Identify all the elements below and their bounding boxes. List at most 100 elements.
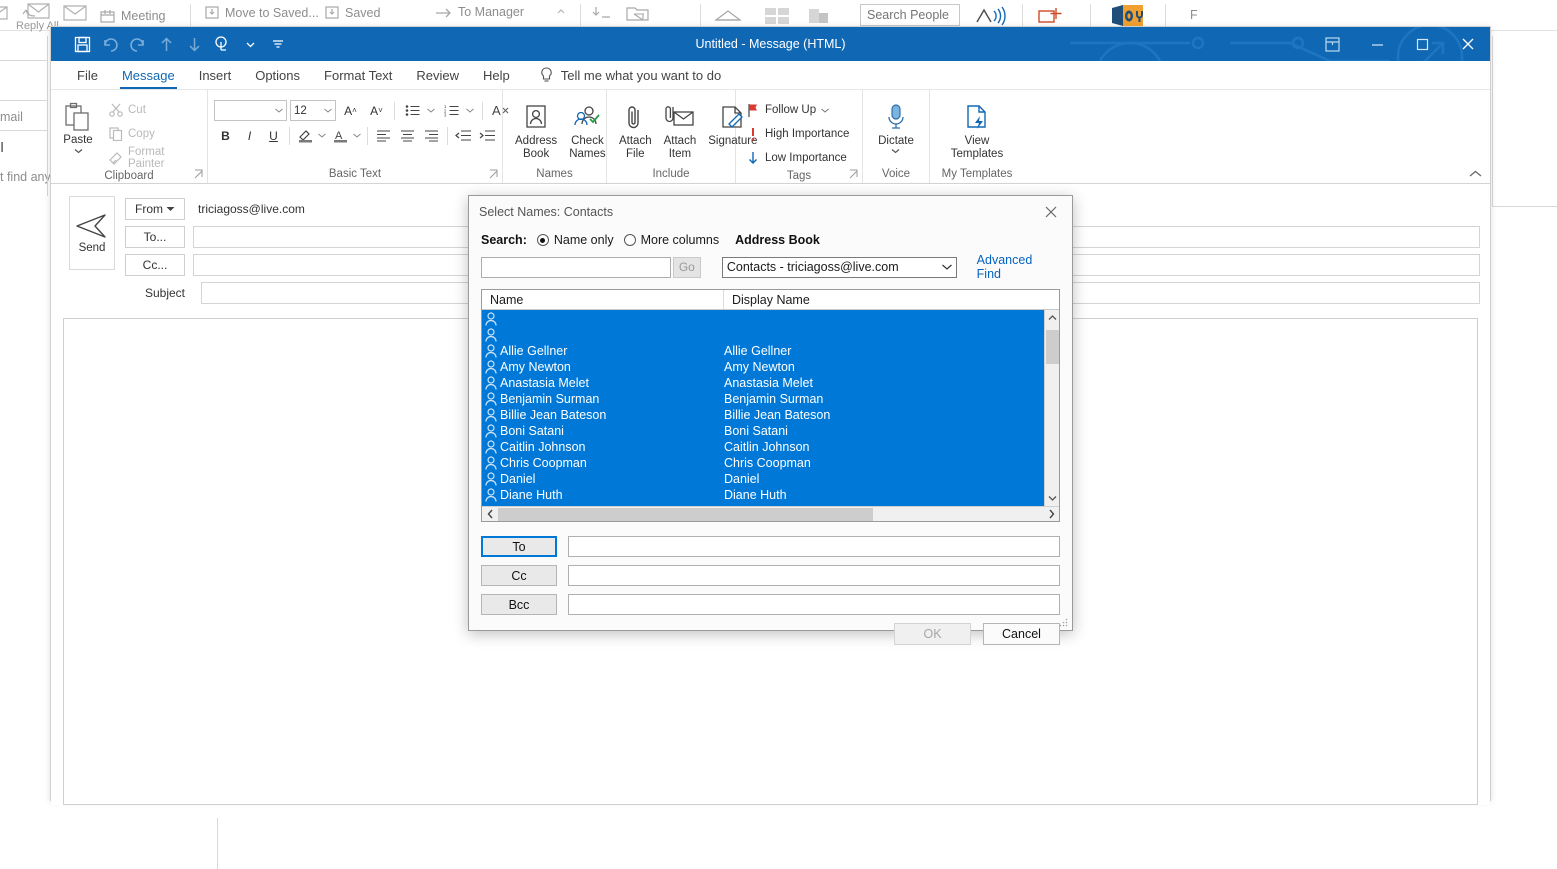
customize-qat-icon[interactable] — [265, 31, 291, 57]
high-importance-button[interactable]: High Importance — [742, 122, 853, 146]
dialog-to-button[interactable]: To — [481, 536, 557, 557]
ok-button[interactable]: OK — [894, 623, 971, 645]
horizontal-scrollbar[interactable] — [482, 506, 1059, 521]
ribbon-display-options-icon[interactable] — [1310, 27, 1355, 61]
contact-row[interactable]: Diane Huth Diane Huth — [482, 487, 1044, 503]
to-button[interactable]: To... — [125, 226, 185, 248]
undo-icon[interactable] — [97, 31, 123, 57]
tab-insert[interactable]: Insert — [187, 62, 244, 89]
background-meeting-button[interactable]: Meeting — [100, 9, 165, 23]
window-controls[interactable] — [1310, 27, 1490, 61]
dialog-titlebar[interactable]: Select Names: Contacts — [469, 196, 1072, 227]
office-addin-icon[interactable] — [1108, 4, 1148, 27]
unread-read-icon[interactable] — [712, 6, 744, 24]
low-importance-button[interactable]: Low Importance — [742, 146, 851, 170]
background-to-manager-step[interactable]: To Manager — [435, 5, 524, 19]
new-window-icon[interactable] — [1036, 5, 1070, 26]
scroll-up-icon[interactable] — [1045, 310, 1059, 326]
check-names-button[interactable]: Check Names — [563, 99, 611, 163]
vertical-scrollbar[interactable] — [1044, 310, 1059, 506]
dialog-cc-input[interactable] — [568, 565, 1060, 586]
send-button[interactable]: Send — [69, 196, 115, 270]
follow-up-button[interactable]: Follow Up — [742, 98, 833, 122]
underline-button[interactable]: U — [262, 125, 285, 146]
contacts-rows[interactable]: Allie Gellner Allie Gellner Amy Newton Amy … — [482, 310, 1044, 506]
go-button[interactable]: Go — [672, 256, 701, 278]
copy-button[interactable]: Copy — [105, 122, 201, 146]
cut-button[interactable]: Cut — [105, 98, 201, 122]
categorize-icon[interactable] — [762, 6, 792, 26]
clipboard-dialog-launcher-icon[interactable] — [194, 169, 205, 180]
chevron-down-icon[interactable] — [237, 31, 263, 57]
horizontal-scrollbar-thumb[interactable] — [498, 508, 873, 521]
dialog-cc-button[interactable]: Cc — [481, 565, 557, 586]
radio-name-only[interactable]: Name only — [536, 233, 614, 247]
attach-file-button[interactable]: Attach File — [613, 99, 658, 163]
font-size-select[interactable]: 12 — [290, 100, 336, 121]
cancel-button[interactable]: Cancel — [983, 623, 1060, 645]
scroll-left-icon[interactable] — [482, 509, 498, 519]
maximize-icon[interactable] — [1400, 27, 1445, 61]
contact-row[interactable]: Billie Jean Bateson Billie Jean Bateson — [482, 407, 1044, 423]
radio-more-columns[interactable]: More columns — [623, 233, 719, 247]
save-icon[interactable] — [69, 31, 95, 57]
decrease-indent-button[interactable] — [452, 125, 475, 146]
tell-me-box[interactable]: Tell me what you want to do — [540, 62, 721, 89]
contact-row[interactable]: Daniel Daniel — [482, 471, 1044, 487]
shrink-font-button[interactable]: A ˅ — [365, 100, 388, 121]
contact-row[interactable]: Boni Satani Boni Satani — [482, 423, 1044, 439]
align-center-button[interactable] — [396, 125, 419, 146]
cc-button[interactable]: Cc... — [125, 254, 185, 276]
paste-button[interactable]: Paste — [57, 94, 99, 156]
address-book-button[interactable]: Address Book — [509, 99, 563, 163]
tab-help[interactable]: Help — [471, 62, 522, 89]
scroll-down-icon[interactable] — [1045, 490, 1059, 506]
chevron-down-icon[interactable] — [427, 108, 437, 113]
background-move-to-saved-step[interactable]: Move to Saved... — [205, 5, 319, 20]
tab-options[interactable]: Options — [243, 62, 312, 89]
dialog-to-input[interactable] — [568, 536, 1060, 557]
dialog-bcc-button[interactable]: Bcc — [481, 594, 557, 615]
contacts-list-body[interactable]: Allie Gellner Allie Gellner Amy Newton Amy … — [482, 310, 1059, 506]
from-button[interactable]: From — [125, 198, 185, 220]
contact-row[interactable]: Anastasia Melet Anastasia Melet — [482, 375, 1044, 391]
background-meeting-mail-icon-wrap[interactable] — [60, 3, 90, 23]
contact-row[interactable]: Benjamin Surman Benjamin Surman — [482, 391, 1044, 407]
contact-row[interactable] — [482, 311, 1044, 327]
advanced-find-link[interactable]: Advanced Find — [977, 253, 1060, 281]
align-right-button[interactable] — [420, 125, 443, 146]
bullets-button[interactable] — [401, 100, 424, 121]
search-people-input[interactable] — [860, 4, 960, 26]
resize-grip-icon[interactable] — [1059, 618, 1069, 628]
dictate-button[interactable]: Dictate — [872, 99, 920, 156]
column-header-name[interactable]: Name — [482, 290, 724, 309]
message-window-titlebar[interactable]: Untitled - Message (HTML) — [51, 27, 1490, 61]
font-color-button[interactable]: A — [329, 125, 352, 146]
tab-message[interactable]: Message — [110, 62, 187, 89]
attach-item-button[interactable]: Attach Item — [658, 99, 703, 163]
vertical-scrollbar-thumb[interactable] — [1046, 330, 1059, 364]
quick-access-toolbar[interactable] — [51, 31, 291, 57]
close-icon[interactable] — [1036, 199, 1066, 225]
highlight-color-button[interactable] — [294, 125, 317, 146]
contact-row[interactable]: Caitlin Johnson Caitlin Johnson — [482, 439, 1044, 455]
ribbon-tabs[interactable]: File Message Insert Options Format Text … — [51, 61, 1490, 90]
basic-text-dialog-launcher-icon[interactable] — [489, 169, 500, 180]
search-input[interactable] — [481, 256, 671, 278]
font-name-select[interactable] — [214, 100, 287, 121]
tab-review[interactable]: Review — [404, 62, 471, 89]
chevron-down-icon[interactable] — [74, 148, 83, 154]
quick-steps-more-icon[interactable] — [556, 8, 566, 16]
dialog-bcc-input[interactable] — [568, 594, 1060, 615]
background-reply-button[interactable] — [0, 3, 10, 23]
italic-button[interactable]: I — [238, 125, 261, 146]
chevron-down-icon[interactable] — [466, 108, 476, 113]
view-templates-button[interactable]: View Templates — [936, 99, 1018, 163]
align-left-button[interactable] — [372, 125, 395, 146]
down-arrow-icon[interactable] — [181, 31, 207, 57]
chevron-down-icon[interactable] — [318, 133, 328, 138]
tab-file[interactable]: File — [65, 62, 110, 89]
tab-format-text[interactable]: Format Text — [312, 62, 404, 89]
follow-up-flag-icon[interactable] — [806, 6, 834, 26]
minimize-icon[interactable] — [1355, 27, 1400, 61]
